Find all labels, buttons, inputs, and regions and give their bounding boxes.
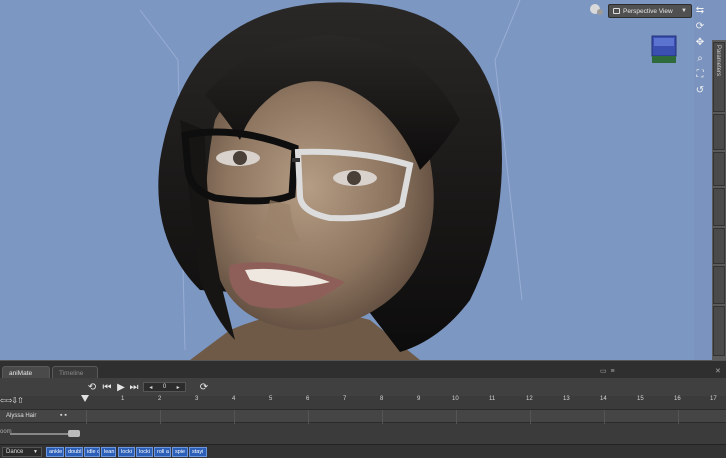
track-row[interactable]: Alyssa Hair ▪ ▪ [0,409,726,424]
grid-line [604,410,605,424]
grid-line [382,410,383,424]
grid-line [86,410,87,424]
side-tab-label: Parameters [715,45,721,77]
ruler-tick: 12 [526,396,533,402]
side-panel: Parameters [712,40,726,360]
bake-icon[interactable]: ⟳ [197,380,211,394]
aniblock-chip[interactable]: locki [136,447,153,457]
pane-tabs: aniMate Lite Timeline ▭ ≡ ✕ [0,360,726,390]
scene-render [139,0,523,360]
close-icon[interactable]: ✕ [715,367,721,375]
skip-end-icon[interactable]: ⏭ [128,380,140,394]
grid-line [308,410,309,424]
reset-icon[interactable]: ↺ [693,84,707,98]
side-tab[interactable] [713,228,725,264]
aniblock-chip[interactable]: stayi [189,447,207,457]
category-value: Dance [6,449,24,455]
ruler-tick: 10 [452,396,459,402]
zoom-knob[interactable] [68,430,80,437]
ruler-tick: 17 [710,396,717,402]
animate-pane: aniMate Lite Timeline ▭ ≡ ✕ ⟲ ⏮ ▶ ⏭ ◂ 0 … [0,360,726,458]
grid-line [678,410,679,424]
side-tab[interactable] [713,114,725,150]
3d-viewport[interactable] [0,0,694,360]
aniblock-chip[interactable]: roll a [154,447,171,457]
timeline-ruler[interactable]: ⇦⇨⇩⇧ 1 2 3 4 5 6 7 8 9 10 11 12 13 14 15… [0,396,726,406]
zoom-icon[interactable]: ⌕ [693,52,707,66]
pane-menu-icon[interactable]: ▭ ≡ [600,367,616,375]
view-selector-label: Perspective View [623,7,673,15]
frame-value: 0 [162,384,167,390]
aniblock-library: Dance ▼ ankle doubl idle c lean locki lo… [0,444,726,458]
loop-icon[interactable]: ⟲ [85,380,99,394]
ruler-tick: 3 [195,396,199,402]
category-select[interactable]: Dance ▼ [2,447,42,457]
ruler-tick: 9 [417,396,421,402]
track-toggle-icons[interactable]: ▪ ▪ [60,412,67,419]
grid-line [234,410,235,424]
ruler-tick: 14 [600,396,607,402]
view-selector[interactable]: Perspective View ▼ [608,4,692,18]
ruler-tick: 11 [489,396,496,402]
ruler-tick: 2 [158,396,162,402]
ruler-tick: 8 [380,396,384,402]
chevron-down-icon: ▼ [33,449,38,455]
viewport-nav-tools: ⇆ ⟳ ✥ ⌕ ⛶ ↺ [693,4,707,100]
aniblock-chip[interactable]: idle c [84,447,100,457]
render-settings-icon[interactable] [589,3,605,17]
aniblock-chip[interactable]: lean [101,447,116,457]
zoom-slider[interactable]: oom [0,428,90,438]
orbit-icon[interactable]: ⟳ [693,20,707,34]
grid-line [530,410,531,424]
aniblock-chip[interactable]: locki [118,447,135,457]
ruler-tick: 16 [674,396,681,402]
ruler-tick: 7 [343,396,347,402]
camera-icon [613,8,620,14]
aniblock-chip[interactable]: ankle [46,447,64,457]
chevron-down-icon: ▼ [681,8,687,14]
side-tab-parameters[interactable]: Parameters [713,42,725,112]
track-name: Alyssa Hair [6,413,37,419]
side-tab[interactable] [713,152,725,186]
side-tab[interactable] [713,188,725,226]
pan-icon[interactable]: ⇆ [693,4,707,18]
grid-line [456,410,457,424]
ruler-tick: 1 [121,396,125,402]
ruler-tick: 5 [269,396,273,402]
ruler-tick: 15 [637,396,644,402]
ruler-tick: 13 [563,396,570,402]
view-cube[interactable] [650,34,678,64]
play-icon[interactable]: ▶ [115,380,127,394]
aniblock-chip[interactable]: doubl [65,447,83,457]
track-nav-icons[interactable]: ⇦⇨⇩⇧ [0,396,24,405]
move-icon[interactable]: ✥ [693,36,707,50]
side-tab[interactable] [713,266,725,304]
aniblock-chip[interactable]: spie [172,447,188,457]
frame-icon[interactable]: ⛶ [693,68,707,82]
frame-stepper[interactable]: ◂ 0 ▸ [143,382,186,392]
grid-line [160,410,161,424]
side-tab[interactable] [713,306,725,356]
step-back-icon[interactable]: ◂ [144,384,158,391]
step-forward-icon[interactable]: ▸ [171,384,185,391]
animate-toolbar: ⟲ ⏮ ▶ ⏭ ◂ 0 ▸ ⟳ [0,378,726,396]
playhead[interactable] [80,394,90,404]
ruler-tick: 4 [232,396,236,402]
skip-start-icon[interactable]: ⏮ [101,380,113,394]
ruler-tick: 6 [306,396,310,402]
